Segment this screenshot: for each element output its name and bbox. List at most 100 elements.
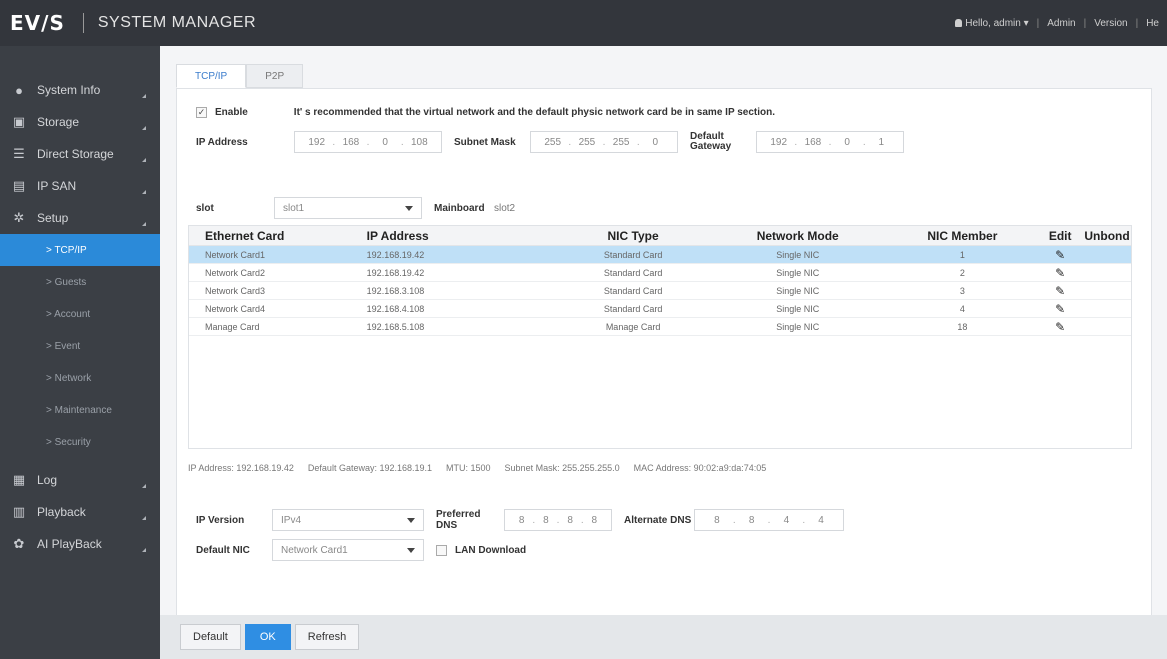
log-icon: ▦ [12,472,26,487]
setup-submenu: > TCP/IP > Guests > Account > Event > Ne… [0,234,160,464]
column-header: Edit [1048,228,1072,243]
version-link[interactable]: Version [1086,18,1135,29]
lan-download-checkbox[interactable] [436,544,447,556]
ip-cell: 192.168.5.108 [366,321,425,332]
edit-pencil-icon[interactable]: ✎ [1055,320,1065,334]
default-nic-row: Default NIC Network Card1 LAN Download [196,539,526,561]
info-gateway: Default Gateway: 192.168.19.1 [307,463,433,473]
ip-version-select[interactable]: IPv4 [272,509,424,531]
info-mtu: MTU: 1500 [446,463,491,473]
playback-icon: ▥ [12,504,26,519]
tab-tcpip[interactable]: TCP/IP [176,64,247,88]
edit-pencil-icon[interactable]: ✎ [1055,302,1065,316]
sidebar-item-playback[interactable]: ▥ Playback [0,496,160,528]
sidebar-item-security[interactable]: > Security [0,426,160,458]
subnet-mask-label: Subnet Mask [454,136,516,148]
edit-pencil-icon[interactable]: ✎ [1055,248,1065,262]
table-row[interactable]: Network Card2 192.168.19.42 Standard Car… [189,264,1131,282]
ip-octet: 8 [518,514,525,526]
ok-button[interactable]: OK [244,624,291,650]
sidebar-item-label: Storage [37,115,80,129]
user-icon [955,18,963,27]
member-cell: 18 [957,321,968,332]
ipsan-icon: ▤ [12,178,26,193]
user-menu[interactable]: Hello, admin ▾ [947,18,1036,29]
ip-octet: 108 [410,136,428,148]
column-header: NIC Member [927,228,998,243]
help-link[interactable]: He [1138,18,1167,29]
sidebar-item-setup[interactable]: ✲ Setup [0,202,160,234]
gear-icon: ✲ [13,210,25,225]
slot-label: slot [196,202,214,214]
table-row[interactable]: Network Card4 192.168.4.108 Standard Car… [189,300,1131,318]
mainboard-value: slot2 [494,202,516,214]
sidebar-item-event[interactable]: > Event [0,330,160,362]
expand-arrow-icon [142,222,146,226]
sidebar-item-storage[interactable]: ▣ Storage [0,106,160,138]
direct-storage-icon: ☰ [13,146,25,161]
default-nic-select[interactable]: Network Card1 [272,539,424,561]
preferred-dns-label: Preferred DNS [436,509,481,531]
storage-icon: ▣ [12,114,26,129]
type-cell: Standard Card [603,285,663,296]
brand-logo: EV/S [10,11,65,35]
expand-arrow-icon [142,484,146,488]
edit-pencil-icon[interactable]: ✎ [1055,266,1065,280]
ip-octet: 0 [382,136,388,148]
ip-address-input[interactable]: 192. 168. 0. 108 [294,131,442,153]
type-cell: Standard Card [603,249,663,260]
sidebar-item-label: Playback [37,505,86,519]
sidebar-item-label: Setup [37,211,69,225]
sidebar-item-direct-storage[interactable]: ☰ Direct Storage [0,138,160,170]
table-row[interactable]: Manage Card 192.168.5.108 Manage Card Si… [189,318,1131,336]
main-content: TCP/IP P2P ✓ Enable It' s recommended th… [160,46,1167,659]
sidebar-item-log[interactable]: ▦ Log [0,464,160,496]
expand-arrow-icon [142,548,146,552]
dns-row: IP Version IPv4 Preferred DNS 8. 8. 8. 8… [196,509,844,531]
ip-octet: 168 [342,136,360,148]
member-cell: 2 [959,267,965,278]
admin-link[interactable]: Admin [1039,18,1083,29]
default-gateway-input[interactable]: 192. 168. 0. 1 [756,131,904,153]
sidebar-item-ip-san[interactable]: ▤ IP SAN [0,170,160,202]
tab-p2p[interactable]: P2P [246,64,304,88]
slot-value: slot1 [283,202,305,214]
sidebar-item-label: Log [37,473,58,487]
alternate-dns-input[interactable]: 8. 8. 4. 4 [694,509,844,531]
nic-info-line: IP Address: 192.168.19.42 Default Gatewa… [188,463,766,473]
user-greeting: Hello, admin [965,17,1021,29]
sidebar-item-network[interactable]: > Network [0,362,160,394]
ip-cell: 192.168.3.108 [366,285,425,296]
table-row[interactable]: Network Card1 192.168.19.42 Standard Car… [189,246,1131,264]
default-gateway-label: Default Gateway [690,131,732,152]
sidebar-item-tcpip[interactable]: > TCP/IP [0,234,160,266]
refresh-button[interactable]: Refresh [294,624,360,650]
sidebar-item-system-info[interactable]: ● System Info [0,74,160,106]
sidebar-item-ai-playback[interactable]: ✿ AI PlayBack [0,528,160,560]
slot-select[interactable]: slot1 [274,197,422,219]
preferred-dns-input[interactable]: 8. 8. 8. 8 [504,509,612,531]
subnet-mask-input[interactable]: 255. 255. 255. 0 [530,131,678,153]
default-button[interactable]: Default [180,624,241,650]
mode-cell: Single NIC [776,249,820,260]
sidebar: ● System Info ▣ Storage ☰ Direct Storage… [0,46,160,659]
tab-bar: TCP/IP P2P [176,64,304,88]
expand-arrow-icon [142,516,146,520]
table-row[interactable]: Network Card3 192.168.3.108 Standard Car… [189,282,1131,300]
notice-text: It' s recommended that the virtual netwo… [293,107,775,118]
sidebar-item-maintenance[interactable]: > Maintenance [0,394,160,426]
edit-pencil-icon[interactable]: ✎ [1055,284,1065,298]
mode-cell: Single NIC [776,285,820,296]
card-cell: Network Card2 [205,267,266,278]
enable-checkbox[interactable]: ✓ [196,107,207,118]
ip-version-value: IPv4 [281,514,302,526]
info-mask: Subnet Mask: 255.255.255.0 [504,463,620,473]
default-nic-value: Network Card1 [281,544,348,556]
sidebar-item-label: AI PlayBack [37,537,102,551]
sidebar-item-guests[interactable]: > Guests [0,266,160,298]
ip-octet: 255 [544,136,562,148]
sidebar-item-account[interactable]: > Account [0,298,160,330]
ip-octet: 0 [652,136,659,148]
column-header: NIC Type [607,228,659,243]
ip-cell: 192.168.19.42 [366,267,425,278]
